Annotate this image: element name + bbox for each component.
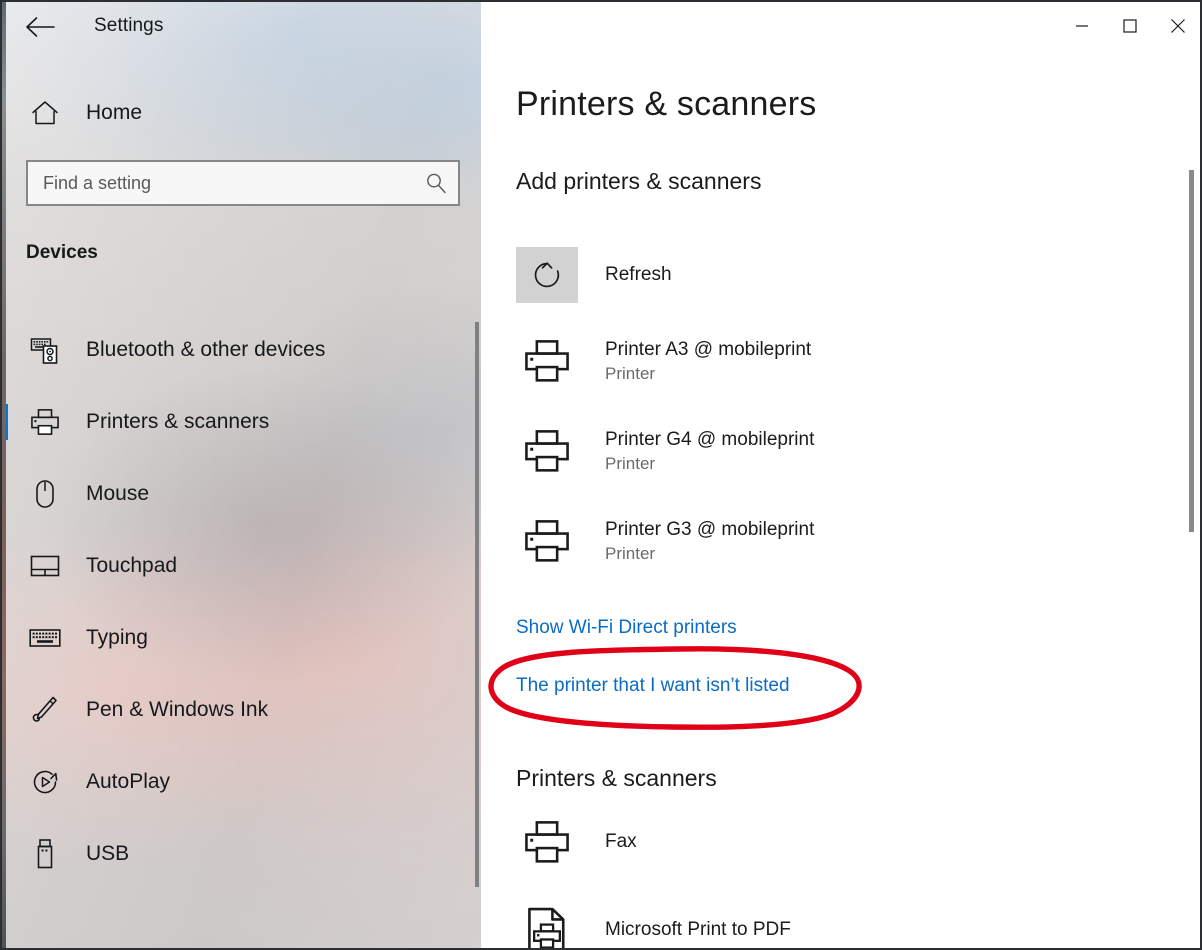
pen-icon [22, 695, 68, 725]
printer-not-listed-link[interactable]: The printer that I want isn’t listed [516, 675, 790, 697]
back-button[interactable] [16, 4, 64, 50]
print-to-pdf-icon [516, 902, 578, 948]
printer-name: Printer G4 @ mobileprint [605, 429, 815, 450]
discovered-printer-text: Printer A3 @ mobileprint Printer [605, 337, 811, 385]
printer-icon [516, 333, 578, 389]
show-wifi-direct-printers-link[interactable]: Show Wi-Fi Direct printers [516, 617, 737, 639]
main-content-pane: Printers & scanners Add printers & scann… [481, 2, 1200, 948]
printer-icon [516, 513, 578, 569]
printer-name: Printer A3 @ mobileprint [605, 339, 812, 360]
sidebar-scrollbar[interactable] [472, 302, 481, 892]
installed-device-row-print-to-pdf[interactable]: Microsoft Print to PDF [516, 902, 791, 948]
printer-type: Printer [605, 364, 656, 383]
sidebar-titlebar: Settings [2, 2, 481, 52]
mouse-icon [22, 479, 68, 509]
maximize-button[interactable] [1106, 2, 1154, 50]
refresh-icon [516, 247, 578, 303]
discovered-printer-row[interactable]: Printer G4 @ mobileprint Printer [516, 423, 814, 479]
sidebar-item-label: USB [86, 842, 130, 865]
maximize-icon [1123, 19, 1137, 33]
sidebar-item-usb[interactable]: USB [2, 818, 481, 890]
sidebar-nav-list: Bluetooth & other devices Printers & sca… [2, 314, 481, 890]
main-scrollbar[interactable] [1184, 62, 1198, 942]
close-icon [1171, 19, 1185, 33]
main-scrollbar-thumb[interactable] [1189, 170, 1194, 532]
window-title: Settings [94, 15, 164, 36]
sidebar-item-label: Touchpad [86, 554, 178, 577]
sidebar-item-label: AutoPlay [86, 770, 171, 793]
settings-sidebar: Settings Home Devices [2, 2, 481, 948]
discovered-printer-text: Printer G3 @ mobileprint Printer [605, 517, 814, 565]
sidebar-item-autoplay[interactable]: AutoPlay [2, 746, 481, 818]
sidebar-item-label: Printers & scanners [86, 410, 270, 433]
printer-type: Printer [605, 544, 656, 563]
search-input[interactable] [28, 172, 414, 194]
device-name: Microsoft Print to PDF [605, 919, 791, 940]
sidebar-scrollbar-thumb[interactable] [475, 322, 479, 887]
discovered-printer-row[interactable]: Printer A3 @ mobileprint Printer [516, 333, 811, 389]
discovered-printer-row[interactable]: Printer G3 @ mobileprint Printer [516, 513, 814, 569]
minimize-button[interactable] [1058, 2, 1106, 50]
window-left-edge-accent [2, 2, 6, 948]
printer-name: Printer G3 @ mobileprint [605, 519, 815, 540]
sidebar-item-home-label: Home [86, 101, 143, 124]
search-icon[interactable] [414, 172, 458, 194]
bluetooth-devices-icon [22, 335, 68, 365]
home-icon [22, 100, 68, 126]
refresh-button[interactable]: Refresh [516, 247, 672, 303]
sidebar-item-label: Mouse [86, 482, 150, 505]
sidebar-item-label: Bluetooth & other devices [86, 338, 326, 361]
sidebar-item-touchpad[interactable]: Touchpad [2, 530, 481, 602]
sidebar-item-pen-windows-ink[interactable]: Pen & Windows Ink [2, 674, 481, 746]
settings-window: Settings Home Devices [0, 0, 1202, 950]
back-arrow-icon [26, 17, 55, 37]
printer-icon [22, 408, 68, 436]
sidebar-item-home[interactable]: Home [2, 90, 481, 136]
refresh-label: Refresh [605, 264, 672, 285]
printer-icon [516, 814, 578, 870]
minimize-icon [1076, 25, 1088, 27]
window-controls [1058, 2, 1200, 50]
installed-device-row-fax[interactable]: Fax [516, 814, 637, 870]
sidebar-item-bluetooth-other-devices[interactable]: Bluetooth & other devices [2, 314, 481, 386]
touchpad-icon [22, 554, 68, 578]
close-button[interactable] [1154, 2, 1200, 50]
usb-icon [22, 838, 68, 870]
sidebar-item-label: Typing [86, 626, 148, 649]
printer-type: Printer [605, 454, 656, 473]
section-heading-add-printers: Add printers & scanners [516, 168, 762, 194]
sidebar-item-printers-scanners[interactable]: Printers & scanners [2, 386, 481, 458]
autoplay-icon [22, 768, 68, 796]
printer-icon [516, 423, 578, 479]
sidebar-item-mouse[interactable]: Mouse [2, 458, 481, 530]
section-heading-printers-scanners: Printers & scanners [516, 765, 717, 791]
page-title: Printers & scanners [516, 85, 817, 123]
sidebar-item-label: Pen & Windows Ink [86, 698, 269, 721]
discovered-printer-text: Printer G4 @ mobileprint Printer [605, 427, 814, 475]
device-name: Fax [605, 831, 637, 852]
sidebar-group-label-devices: Devices [26, 242, 98, 263]
keyboard-icon [22, 627, 68, 649]
search-box[interactable] [26, 160, 460, 206]
sidebar-item-typing[interactable]: Typing [2, 602, 481, 674]
